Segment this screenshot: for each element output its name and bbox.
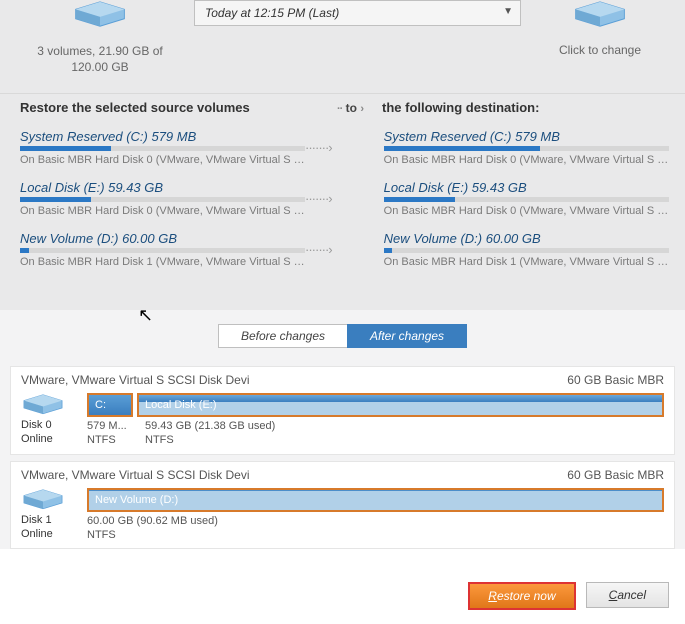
disk-block: VMware, VMware Virtual S SCSI Disk Devi 6… [10,461,675,550]
partition-meta: 60.00 GB (90.62 MB used)NTFS [87,515,218,543]
source-summary-block: 3 volumes, 21.90 GB of 120.00 GB [20,0,180,75]
disk-icon [21,488,65,512]
disk-summary: 60 GB Basic MBR [567,373,664,387]
cursor-icon: ↖ [138,305,153,326]
cancel-label: ancel [617,588,646,602]
volume-subtext: On Basic MBR Hard Disk 0 (VMware, VMware… [384,205,669,217]
arrow-right-icon: ·······› [305,191,332,206]
mapping-source-header: Restore the selected source volumes [20,100,330,115]
partition-d[interactable]: New Volume (D:) [87,488,664,512]
destination-label: Click to change [535,43,665,57]
partition-meta: 59.43 GB (21.38 GB used)NTFS [145,420,275,448]
mapping-source-volume[interactable]: System Reserved (C:) 579 MB On Basic MBR … [20,129,305,166]
volume-title: System Reserved (C:) 579 MB [384,129,669,144]
partition-e[interactable]: Local Disk (E:) [137,393,664,417]
mapping-dest-header: the following destination: [382,100,539,115]
mapping-source-volume[interactable]: Local Disk (E:) 59.43 GB On Basic MBR Har… [20,180,305,217]
source-summary-text: 3 volumes, 21.90 GB of 120.00 GB [20,43,180,75]
disk-summary: 60 GB Basic MBR [567,468,664,482]
volume-title: New Volume (D:) 60.00 GB [384,231,669,246]
snapshot-dropdown[interactable]: Today at 12:15 PM (Last) ▼ [194,0,521,26]
volume-subtext: On Basic MBR Hard Disk 1 (VMware, VMware… [384,256,669,268]
cancel-button[interactable]: Cancel [586,582,669,608]
snapshot-dropdown-label: Today at 12:15 PM (Last) [205,6,339,20]
disk-title: VMware, VMware Virtual S SCSI Disk Devi [21,373,250,387]
source-disk-icon [70,0,130,30]
restore-now-label: estore now [497,589,556,603]
volume-title: Local Disk (E:) 59.43 GB [20,180,305,195]
volume-title: Local Disk (E:) 59.43 GB [384,180,669,195]
volume-subtext: On Basic MBR Hard Disk 1 (VMware, VMware… [20,256,305,268]
tab-after-changes[interactable]: After changes [347,324,467,348]
volume-title: System Reserved (C:) 579 MB [20,129,305,144]
mapping-dest-volume[interactable]: System Reserved (C:) 579 MB On Basic MBR … [384,129,669,166]
restore-now-button[interactable]: Restore now [468,582,575,610]
disk-title: VMware, VMware Virtual S SCSI Disk Devi [21,468,250,482]
mapping-source-volume[interactable]: New Volume (D:) 60.00 GB On Basic MBR Har… [20,231,305,268]
partition-c[interactable]: C: [87,393,133,417]
disk-id-label: Disk 1Online [21,514,77,542]
partition-meta: 579 M...NTFS [87,420,137,448]
volume-subtext: On Basic MBR Hard Disk 0 (VMware, VMware… [20,154,305,166]
chevron-down-icon: ▼ [503,6,513,17]
disk-icon [21,393,65,417]
arrow-right-icon: ·······› [305,140,332,155]
tab-before-changes[interactable]: Before changes [218,324,347,348]
mapping-to-label: to [346,101,357,115]
disk-id-label: Disk 0Online [21,419,77,447]
mapping-dest-volume[interactable]: Local Disk (E:) 59.43 GB On Basic MBR Har… [384,180,669,217]
volume-subtext: On Basic MBR Hard Disk 0 (VMware, VMware… [384,154,669,166]
volume-title: New Volume (D:) 60.00 GB [20,231,305,246]
disk-block: VMware, VMware Virtual S SCSI Disk Devi 6… [10,366,675,455]
destination-block[interactable]: Click to change [535,0,665,57]
volume-subtext: On Basic MBR Hard Disk 0 (VMware, VMware… [20,205,305,217]
destination-disk-icon [570,0,630,30]
arrow-right-icon: ·······› [305,242,332,257]
mapping-dest-volume[interactable]: New Volume (D:) 60.00 GB On Basic MBR Har… [384,231,669,268]
